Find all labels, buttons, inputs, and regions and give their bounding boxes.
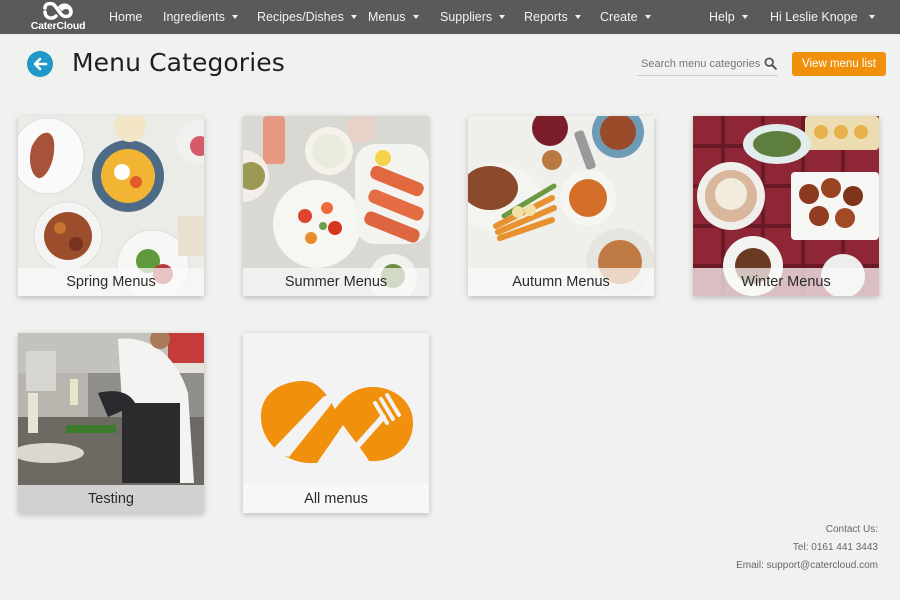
arrow-left-icon [33,57,48,71]
category-label: Summer Menus [243,268,429,296]
contact-tel[interactable]: Tel: 0161 441 3443 [793,542,878,553]
catercloud-logo-icon [43,2,73,20]
caret-down-icon [412,15,419,19]
category-card-all-menus[interactable]: All menus [243,333,429,513]
search-input[interactable] [641,55,761,73]
contact-heading: Contact Us: [825,524,878,535]
back-button[interactable] [27,51,53,77]
nav-user-menu[interactable]: Hi Leslie Knope [770,0,875,34]
category-label: All menus [243,485,429,513]
caret-down-icon [868,15,875,19]
category-card-summer[interactable]: Summer Menus [243,116,429,296]
nav-create[interactable]: Create [600,0,651,34]
category-card-autumn[interactable]: Autumn Menus [468,116,654,296]
contact-email[interactable]: Email: support@catercloud.com [736,560,878,571]
caret-down-icon [741,15,748,19]
category-card-winter[interactable]: Winter Menus [693,116,879,296]
nav-ingredients[interactable]: Ingredients [163,0,238,34]
search-icon[interactable] [764,57,777,70]
search-box [637,53,778,76]
nav-suppliers[interactable]: Suppliers [440,0,506,34]
nav-menus[interactable]: Menus [368,0,419,34]
category-card-spring[interactable]: Spring Menus [18,116,204,296]
category-label: Spring Menus [18,268,204,296]
logo-text: CaterCloud [30,20,86,32]
caret-down-icon [644,15,651,19]
caret-down-icon [499,15,506,19]
page-title: Menu Categories [72,48,285,77]
nav-recipes[interactable]: Recipes/Dishes [257,0,357,34]
catercloud-logo[interactable]: CaterCloud [28,0,88,34]
nav-reports[interactable]: Reports [524,0,581,34]
view-menu-list-button[interactable]: View menu list [792,52,886,76]
top-nav: CaterCloud Home Ingredients Recipes/Dish… [0,0,900,34]
category-label: Autumn Menus [468,268,654,296]
nav-help[interactable]: Help [709,0,748,34]
category-card-testing[interactable]: Testing [18,333,204,513]
caret-down-icon [231,15,238,19]
caret-down-icon [350,15,357,19]
nav-home[interactable]: Home [109,0,142,34]
category-label: Testing [18,485,204,513]
caret-down-icon [574,15,581,19]
category-label: Winter Menus [693,268,879,296]
